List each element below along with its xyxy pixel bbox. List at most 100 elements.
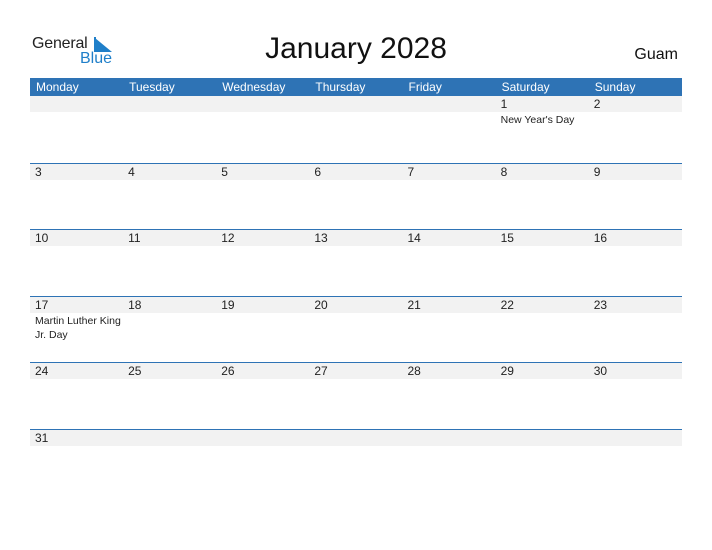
day-number: 22 — [500, 297, 514, 312]
day-cell: 8 — [496, 164, 589, 180]
day-number — [408, 430, 496, 446]
day-number: 16 — [593, 231, 608, 245]
weekday-sunday: Sunday — [594, 80, 636, 94]
day-number — [221, 96, 309, 112]
day-cell — [30, 96, 123, 127]
day-cell: 13 — [309, 230, 402, 246]
day-cell: 24 — [30, 363, 123, 379]
day-cell — [123, 430, 216, 446]
day-number: 4 — [128, 164, 135, 179]
day-cell: 15 — [496, 230, 589, 246]
day-number: 27 — [314, 364, 328, 378]
day-cell: 12 — [216, 230, 309, 246]
day-number: 21 — [407, 297, 421, 312]
day-number: 30 — [593, 364, 608, 378]
day-number: 18 — [128, 297, 142, 312]
day-cell — [496, 430, 589, 446]
day-number: 23 — [593, 297, 608, 312]
weeks-container: 1 New Year's Day 2 3 4 5 6 7 8 9 10 11 12 13 14 15 16 17 M… — [30, 96, 682, 495]
day-cell: 26 — [216, 363, 309, 379]
day-number — [314, 96, 402, 112]
day-cell — [309, 430, 402, 446]
weekday-wednesday: Wednesday — [222, 80, 286, 94]
day-cell: 6 — [309, 164, 402, 180]
day-cell: 4 — [123, 164, 216, 180]
day-cell: 19 — [216, 297, 309, 342]
week-row: 24 25 26 27 28 29 30 — [30, 362, 682, 429]
day-cell: 14 — [403, 230, 496, 246]
week-row: 17 Martin Luther King Jr. Day 18 19 20 21 22 23 — [30, 295, 682, 363]
day-cell: 21 — [403, 297, 496, 342]
week-cells: 31 — [30, 430, 682, 446]
day-number — [128, 430, 216, 446]
day-number: 19 — [221, 297, 235, 312]
day-cell: 11 — [123, 230, 216, 246]
week-cells: 10 11 12 13 14 15 16 — [30, 230, 682, 246]
weekday-friday: Friday — [408, 80, 442, 94]
day-number: 6 — [314, 164, 322, 179]
day-number: 17 — [35, 297, 49, 312]
week-cells: 3 4 5 6 7 8 9 — [30, 164, 682, 180]
day-cell: 1 New Year's Day — [496, 96, 589, 127]
day-cell — [403, 430, 496, 446]
country-label: Guam — [634, 46, 678, 63]
day-number: 2 — [593, 97, 601, 111]
weekday-thursday: Thursday — [315, 80, 366, 94]
day-cell: 9 — [589, 164, 682, 180]
day-number: 10 — [35, 231, 49, 245]
day-number: 31 — [35, 430, 49, 445]
day-number — [221, 430, 309, 446]
day-number — [128, 96, 216, 112]
holiday-label: New Year's Day — [500, 114, 575, 126]
day-cell — [216, 430, 309, 446]
day-number: 28 — [407, 364, 421, 378]
day-number: 5 — [221, 164, 228, 179]
day-cell — [309, 96, 402, 127]
week-cells: 17 Martin Luther King Jr. Day 18 19 20 21 22 23 — [30, 297, 682, 342]
day-cell: 27 — [309, 363, 402, 379]
day-cell: 28 — [403, 363, 496, 379]
day-cell: 2 — [589, 96, 682, 127]
day-number: 15 — [500, 231, 514, 245]
day-number: 3 — [35, 164, 42, 179]
weekday-saturday: Saturday — [501, 80, 550, 94]
day-cell — [589, 430, 682, 446]
week-row: 3 4 5 6 7 8 9 — [30, 162, 682, 230]
day-number: 25 — [128, 364, 142, 378]
week-row: 31 — [30, 428, 682, 496]
day-cell: 23 — [589, 297, 682, 342]
day-cell: 16 — [589, 230, 682, 246]
day-cell: 5 — [216, 164, 309, 180]
day-cell: 30 — [589, 363, 682, 379]
day-cell: 7 — [403, 164, 496, 180]
day-number: 12 — [221, 231, 235, 245]
day-number: 7 — [407, 164, 415, 179]
holiday-label: Martin Luther King Jr. Day — [35, 314, 121, 341]
day-number: 26 — [221, 364, 235, 378]
week-cells: 24 25 26 27 28 29 30 — [30, 363, 682, 379]
day-cell: 18 — [123, 297, 216, 342]
day-number: 29 — [500, 364, 514, 378]
day-cell: 3 — [30, 164, 123, 180]
day-number: 20 — [314, 297, 328, 312]
day-cell: 17 Martin Luther King Jr. Day — [30, 297, 123, 342]
day-cell — [403, 96, 496, 127]
day-number: 13 — [314, 231, 328, 245]
day-number — [35, 96, 123, 112]
day-number — [408, 96, 496, 112]
week-row: 10 11 12 13 14 15 16 — [30, 229, 682, 296]
weekday-header: Monday Tuesday Wednesday Thursday Friday Satu… — [30, 78, 682, 96]
day-number: 8 — [500, 164, 508, 179]
weekday-monday: Monday — [36, 80, 79, 94]
day-number — [501, 430, 589, 446]
day-cell — [123, 96, 216, 127]
day-number: 14 — [407, 231, 421, 245]
day-cell — [216, 96, 309, 127]
day-number: 9 — [593, 164, 601, 179]
calendar-title: January 2028 — [265, 32, 447, 65]
day-number: 11 — [128, 231, 141, 245]
week-row: 1 New Year's Day 2 — [30, 96, 682, 163]
day-cell: 10 — [30, 230, 123, 246]
day-cell: 29 — [496, 363, 589, 379]
day-number: 24 — [35, 364, 49, 378]
